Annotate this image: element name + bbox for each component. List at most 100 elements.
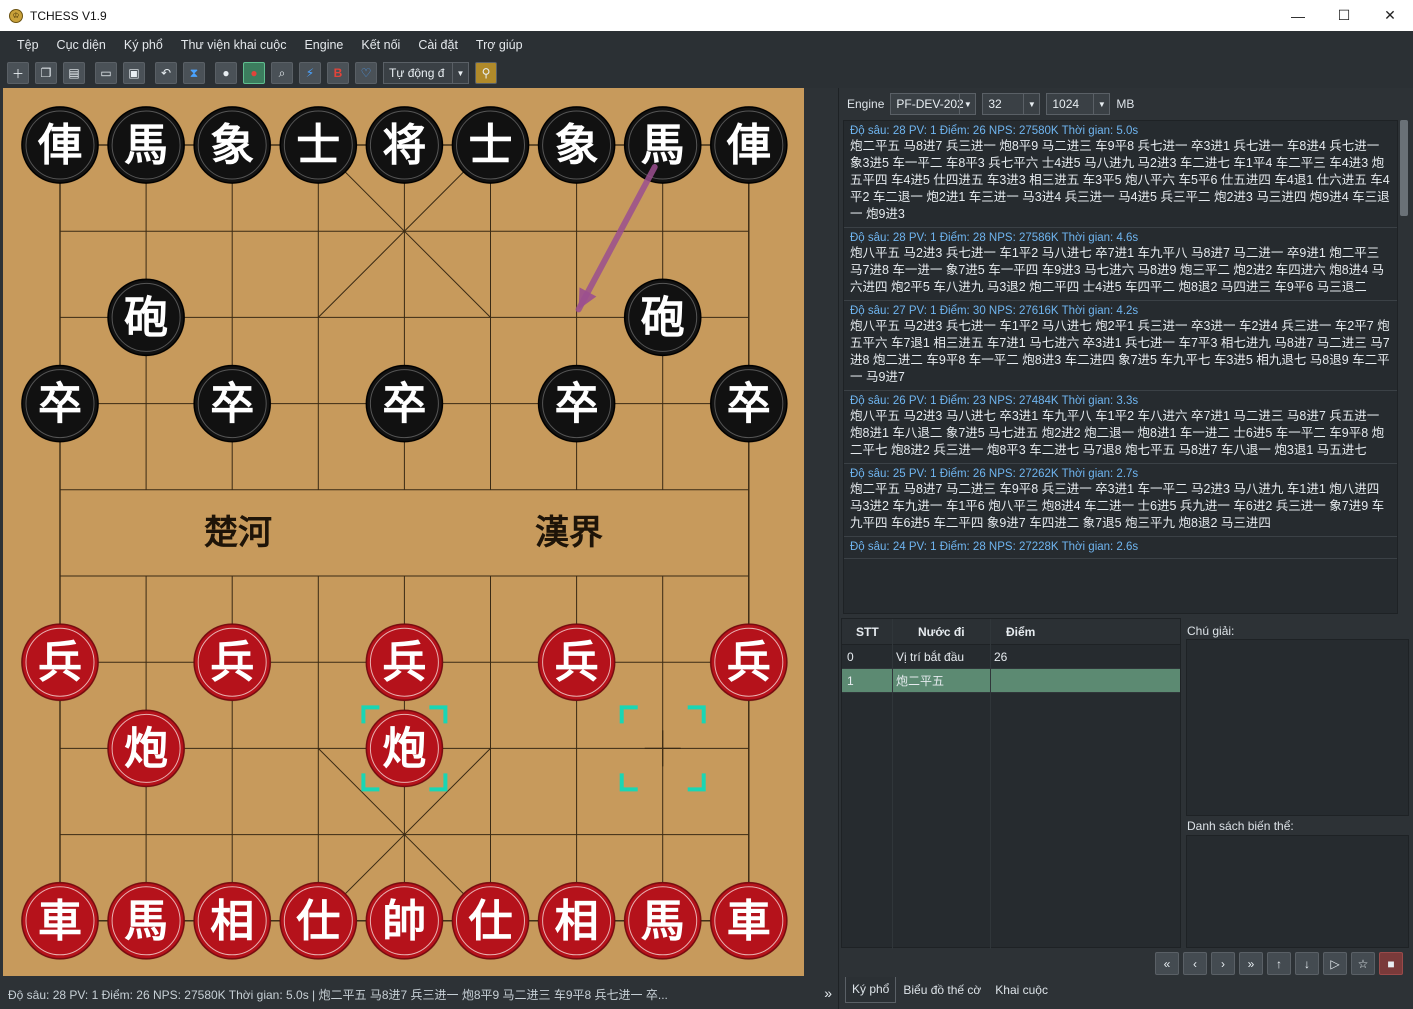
threads-value: 32 — [988, 97, 1002, 111]
black-piece: 卒 — [537, 364, 616, 443]
engine-select[interactable]: PF-DEV-202 ▼ — [890, 93, 977, 115]
title-bar: ♔ TCHESS V1.9 — ☐ ✕ — [0, 0, 1413, 31]
tab-position-chart[interactable]: Biểu đồ thế cờ — [896, 977, 988, 1003]
menu-settings[interactable]: Cài đặt — [409, 38, 467, 52]
chevron-down-icon: ▼ — [1023, 94, 1039, 114]
red-piece: 炮 — [365, 709, 444, 788]
black-piece: 士 — [451, 106, 530, 184]
first-move-button[interactable]: « — [1155, 952, 1179, 975]
engine-settings-row: Engine PF-DEV-202 ▼ 32 ▼ 1024 ▼ MB — [839, 88, 1413, 120]
bookmark-button[interactable]: ☆ — [1351, 952, 1375, 975]
window-controls: — ☐ ✕ — [1275, 0, 1413, 31]
maximize-button[interactable]: ☐ — [1321, 0, 1367, 31]
analysis-pv: 炮八平五 马2进3 兵七进一 车1平2 马八进七 卒7进1 车九平八 马8进7 … — [850, 246, 1385, 294]
expand-status-button[interactable]: » — [824, 985, 832, 1001]
undo-icon[interactable]: ↶ — [155, 62, 177, 84]
black-piece: 俥 — [21, 106, 99, 184]
col-score[interactable]: Điểm — [990, 625, 1180, 639]
black-piece: 卒 — [21, 364, 99, 443]
bold-b-icon[interactable]: B — [327, 62, 349, 84]
piece-label: 炮 — [124, 723, 168, 774]
scrollbar-thumb[interactable] — [1400, 120, 1408, 216]
move-up-button[interactable]: ↑ — [1267, 952, 1291, 975]
board-grid — [59, 144, 750, 922]
search-icon[interactable]: ⌕ — [271, 62, 293, 84]
chevron-down-icon: ▼ — [959, 94, 975, 114]
analysis-header: Độ sâu: 28 PV: 1 Điểm: 26 NPS: 27580K Th… — [850, 125, 1139, 137]
menu-file[interactable]: Tệp — [8, 38, 48, 52]
menu-engine[interactable]: Engine — [295, 38, 352, 52]
prev-move-button[interactable]: ‹ — [1183, 952, 1207, 975]
menu-opening-book[interactable]: Thư viện khai cuộc — [172, 38, 296, 52]
piece-label: 兵 — [210, 637, 254, 688]
notes-textarea[interactable] — [1186, 639, 1409, 816]
close-button[interactable]: ✕ — [1367, 0, 1413, 31]
variations-label: Danh sách biến thể: — [1187, 819, 1294, 833]
hash-select[interactable]: 1024 ▼ — [1046, 93, 1111, 115]
menu-help[interactable]: Trợ giúp — [467, 38, 532, 52]
last-move-button[interactable]: » — [1239, 952, 1263, 975]
analysis-scrollbar[interactable] — [1398, 120, 1410, 614]
piece-label: 車 — [727, 896, 771, 947]
menu-position[interactable]: Cục diện — [48, 38, 115, 52]
chevron-down-icon: ▼ — [1093, 94, 1109, 114]
toolbar: ＋ ❐ ▤ ▭ ▣ ↶ ⧗ ● ● ⌕ ⚡ B ♡ Tự động đ ▼ ⚲ — [0, 58, 1413, 88]
red-piece: 帥 — [365, 881, 444, 960]
save-icon[interactable]: ▣ — [123, 62, 145, 84]
copy-icon[interactable]: ❐ — [35, 62, 57, 84]
piece-label: 車 — [38, 896, 82, 947]
window-title: TCHESS V1.9 — [30, 8, 107, 23]
crosshair-icon — [644, 730, 681, 767]
analysis-entry: Độ sâu: 26 PV: 1 Điểm: 23 NPS: 27484K Th… — [844, 391, 1397, 464]
minimize-button[interactable]: — — [1275, 0, 1321, 31]
tab-openings[interactable]: Khai cuộc — [988, 977, 1055, 1003]
next-move-button[interactable]: › — [1211, 952, 1235, 975]
xiangqi-board[interactable]: 楚河 漢界 俥馬象士将士象馬俥砲砲卒卒卒卒卒兵兵兵兵兵炮炮車馬相仕帥仕相馬車 — [3, 88, 804, 976]
heart-icon[interactable]: ♡ — [355, 62, 377, 84]
piece-label: 兵 — [382, 637, 426, 688]
tab-notation[interactable]: Ký phổ — [845, 977, 897, 1003]
menu-connect[interactable]: Kết nối — [352, 38, 409, 52]
piece-label: 兵 — [38, 637, 82, 688]
piece-label: 卒 — [38, 379, 82, 430]
analysis-entry: Độ sâu: 27 PV: 1 Điểm: 30 NPS: 27616K Th… — [844, 301, 1397, 391]
right-panel: Engine PF-DEV-202 ▼ 32 ▼ 1024 ▼ MB Độ sâ… — [838, 88, 1413, 1009]
board-side-strip — [812, 88, 836, 976]
piece-label: 馬 — [641, 120, 685, 171]
col-move[interactable]: Nước đi — [892, 625, 990, 639]
analysis-pv: 炮八平五 马2进3 马八进七 卒3进1 车九平八 车1平2 车八进六 卒7进1 … — [850, 409, 1385, 457]
paste-icon[interactable]: ▤ — [63, 62, 85, 84]
mode-select[interactable]: Tự động đ ▼ — [383, 62, 469, 84]
threads-select[interactable]: 32 ▼ — [982, 93, 1041, 115]
move-down-button[interactable]: ↓ — [1295, 952, 1319, 975]
river-label-left: 楚河 — [204, 513, 272, 553]
link-icon[interactable]: ⚲ — [475, 62, 497, 84]
variations-list[interactable] — [1186, 835, 1409, 948]
piece-label: 兵 — [555, 637, 599, 688]
red-piece: 炮 — [107, 709, 186, 788]
menu-bar: Tệp Cục diện Ký phổ Thư viện khai cuộc E… — [0, 31, 1413, 58]
black-piece: 象 — [193, 106, 272, 184]
play-button[interactable]: ▷ — [1323, 952, 1347, 975]
red-piece: 仕 — [451, 881, 530, 960]
cell-move: 炮二平五 — [896, 674, 945, 688]
lightning-icon[interactable]: ⚡ — [299, 62, 321, 84]
black-piece: 砲 — [623, 278, 702, 357]
piece-label: 砲 — [124, 292, 168, 343]
col-stt[interactable]: STT — [842, 625, 892, 639]
new-position-icon[interactable]: ＋ — [7, 62, 29, 84]
piece-label: 炮 — [382, 723, 426, 774]
piece-label: 兵 — [727, 637, 771, 688]
analysis-output[interactable]: Độ sâu: 28 PV: 1 Điểm: 26 NPS: 27580K Th… — [843, 120, 1398, 614]
engine-player-icon[interactable]: ● — [243, 62, 265, 84]
app-icon: ♔ — [9, 8, 23, 23]
hourglass-icon[interactable]: ⧗ — [183, 62, 205, 84]
menu-notation[interactable]: Ký phổ — [115, 38, 172, 52]
black-piece: 卒 — [193, 364, 272, 443]
move-list[interactable]: STT Nước đi Điểm 0 Vị trí bắt đầu 26 1 炮… — [841, 618, 1181, 949]
cell-score: 26 — [994, 649, 1008, 664]
open-icon[interactable]: ▭ — [95, 62, 117, 84]
player-icon[interactable]: ● — [215, 62, 237, 84]
red-piece: 仕 — [279, 881, 358, 960]
stop-button[interactable]: ■ — [1379, 952, 1403, 975]
